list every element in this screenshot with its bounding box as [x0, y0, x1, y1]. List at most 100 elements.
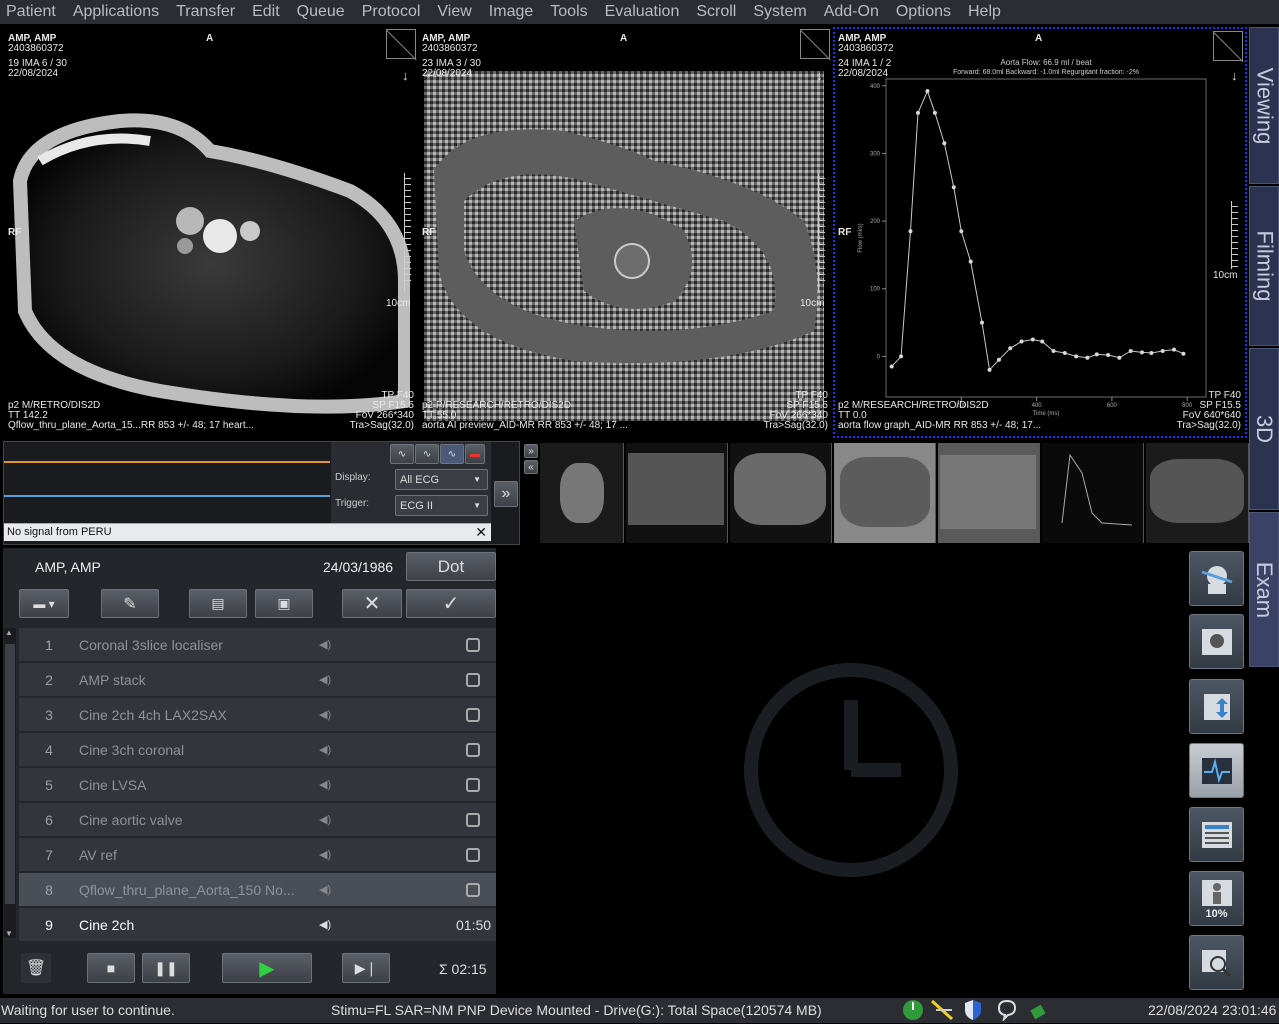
speaker-icon[interactable]: ◀) — [319, 743, 347, 756]
protocol-list-icon[interactable] — [1189, 807, 1244, 862]
menu-item-applications[interactable]: Applications — [73, 3, 159, 21]
menu-item-patient[interactable]: Patient — [6, 3, 56, 21]
flow-data-point — [925, 89, 930, 94]
no-signal-message: No signal from PERU ✕ — [4, 523, 491, 541]
queue-row[interactable]: 9 Cine 2ch ◀) 01:50 — [19, 908, 496, 942]
inject-icon[interactable]: ✎ — [101, 589, 159, 618]
flow-data-point — [1019, 339, 1024, 344]
menu-item-queue[interactable]: Queue — [297, 3, 345, 21]
flow-data-point — [1181, 351, 1186, 356]
queue-row[interactable]: 6 Cine aortic valve ◀) — [19, 803, 496, 837]
clock-status-icon[interactable] — [902, 999, 924, 1024]
thumbnail[interactable] — [540, 443, 624, 543]
queue-row[interactable]: 7 AV ref ◀) — [19, 838, 496, 872]
next-thumbs-icon[interactable]: » — [524, 444, 538, 458]
resp-wave-icon[interactable]: ∿ — [415, 444, 439, 464]
accept-icon[interactable]: ✓ — [406, 589, 496, 618]
search-icon[interactable] — [1189, 935, 1244, 990]
menu-item-view[interactable]: View — [437, 3, 471, 21]
row-number: 5 — [45, 776, 53, 793]
display-select[interactable]: All ECG ▼ — [395, 469, 488, 490]
speaker-icon[interactable]: ◀) — [319, 813, 347, 826]
all-waves-icon[interactable]: ∿ — [440, 444, 464, 464]
table-move-icon[interactable] — [1189, 679, 1244, 734]
trash-icon[interactable]: 🗑 — [21, 953, 51, 983]
queue-row[interactable]: 5 Cine LVSA ◀) — [19, 768, 496, 802]
menu-item-image[interactable]: Image — [489, 3, 533, 21]
thumbnail[interactable] — [1042, 443, 1144, 543]
physio-icon[interactable] — [1189, 743, 1244, 798]
menu-item-evaluation[interactable]: Evaluation — [605, 3, 680, 21]
record-icon[interactable]: ▬ — [465, 444, 485, 464]
y-tick-label: 100 — [870, 287, 881, 293]
play-button[interactable]: ▶ — [222, 953, 312, 983]
thumbnail[interactable] — [938, 443, 1040, 543]
protocol-name: Cine aortic valve — [79, 811, 183, 828]
tab-exam[interactable]: Exam — [1249, 512, 1279, 667]
cancel-icon[interactable]: ✕ — [342, 589, 402, 618]
view-mode-dropdown[interactable]: ▬ ▾ — [19, 589, 69, 618]
viewport-1[interactable]: AMP, AMP 2403860372 19 IMA 6 / 30 22/08/… — [4, 27, 418, 438]
menu-item-tools[interactable]: Tools — [550, 3, 587, 21]
menu-item-add-on[interactable]: Add-On — [824, 3, 879, 21]
speaker-icon[interactable]: ◀) — [319, 883, 347, 896]
queue-row[interactable]: 4 Cine 3ch coronal ◀) — [19, 733, 496, 767]
menu-item-system[interactable]: System — [753, 3, 806, 21]
expand-icon[interactable]: » — [494, 481, 518, 507]
speaker-icon[interactable]: ◀) — [319, 778, 347, 791]
menu-item-protocol[interactable]: Protocol — [362, 3, 421, 21]
copy-icon[interactable]: ▣ — [255, 589, 313, 618]
thumbnail[interactable] — [730, 443, 832, 543]
viewport-3[interactable]: AMP, AMP 2403860372 24 IMA 1 / 2 22/08/2… — [833, 27, 1247, 438]
thumbnail[interactable] — [626, 443, 728, 543]
thumbnail[interactable] — [834, 443, 936, 543]
ecg-wave-icon[interactable]: ∿ — [390, 444, 414, 464]
sar-indicator[interactable]: 10% — [1189, 871, 1244, 926]
queue-row[interactable]: 2 AMP stack ◀) — [19, 663, 496, 697]
corner-icon[interactable] — [800, 29, 830, 59]
speaker-icon[interactable]: ◀) — [319, 638, 347, 651]
system-status: Stimu=FL SAR=NM PNP Device Mounted - Dri… — [331, 1002, 822, 1018]
row-number: 7 — [45, 846, 53, 863]
viewport-2[interactable]: AMP, AMP 2403860372 23 IMA 3 / 30 22/08/… — [418, 27, 832, 438]
tab-3d[interactable]: 3D — [1249, 348, 1279, 510]
patient-head-icon[interactable] — [1189, 551, 1244, 606]
skip-next-button[interactable]: ▶❘ — [342, 953, 390, 983]
thumbnail[interactable] — [1146, 443, 1249, 543]
queue-row[interactable]: 8 Qflow_thru_plane_Aorta_150 No... ◀) — [19, 873, 496, 907]
network-icon[interactable] — [930, 999, 954, 1024]
menu-item-transfer[interactable]: Transfer — [176, 3, 235, 21]
scale-ruler — [404, 173, 414, 293]
speaker-icon[interactable]: ◀) — [319, 673, 347, 686]
y-tick-label: 0 — [877, 354, 881, 360]
pause-button[interactable]: ❚❚ — [142, 953, 190, 983]
status-icon — [466, 707, 480, 722]
stop-button[interactable]: ■ — [87, 953, 135, 983]
open-folder-icon[interactable]: ▤ — [189, 589, 247, 618]
menu-item-edit[interactable]: Edit — [252, 3, 280, 21]
close-icon[interactable]: ✕ — [475, 524, 487, 541]
speaker-icon[interactable]: ◀) — [319, 848, 347, 861]
tab-viewing[interactable]: Viewing — [1249, 27, 1279, 184]
thumbnail-strip: » « — [522, 441, 1249, 545]
shield-icon[interactable] — [964, 999, 982, 1024]
device-icon[interactable] — [1028, 999, 1048, 1024]
positioning-icon[interactable] — [1189, 614, 1244, 669]
speaker-icon[interactable]: ◀) — [319, 918, 347, 931]
corner-icon[interactable] — [386, 29, 416, 59]
queue-row[interactable]: 1 Coronal 3slice localiser ◀) — [19, 628, 496, 662]
trigger-select[interactable]: ECG II ▼ — [395, 495, 488, 516]
help-bubble-icon[interactable] — [997, 999, 1017, 1024]
queue-scrollbar[interactable]: ▲ ▼ — [4, 628, 16, 938]
queue-row[interactable]: 3 Cine 2ch 4ch LAX2SAX ◀) — [19, 698, 496, 732]
tab-filming[interactable]: Filming — [1249, 186, 1279, 346]
flow-data-point — [1085, 355, 1090, 360]
status-datetime: 22/08/2024 23:01:46 — [1148, 1002, 1277, 1018]
menu-item-scroll[interactable]: Scroll — [696, 3, 736, 21]
flow-data-point — [1128, 348, 1133, 353]
speaker-icon[interactable]: ◀) — [319, 708, 347, 721]
dot-button[interactable]: Dot — [406, 552, 496, 581]
menu-item-help[interactable]: Help — [968, 3, 1001, 21]
prev-thumbs-icon[interactable]: « — [524, 460, 538, 474]
menu-item-options[interactable]: Options — [896, 3, 951, 21]
